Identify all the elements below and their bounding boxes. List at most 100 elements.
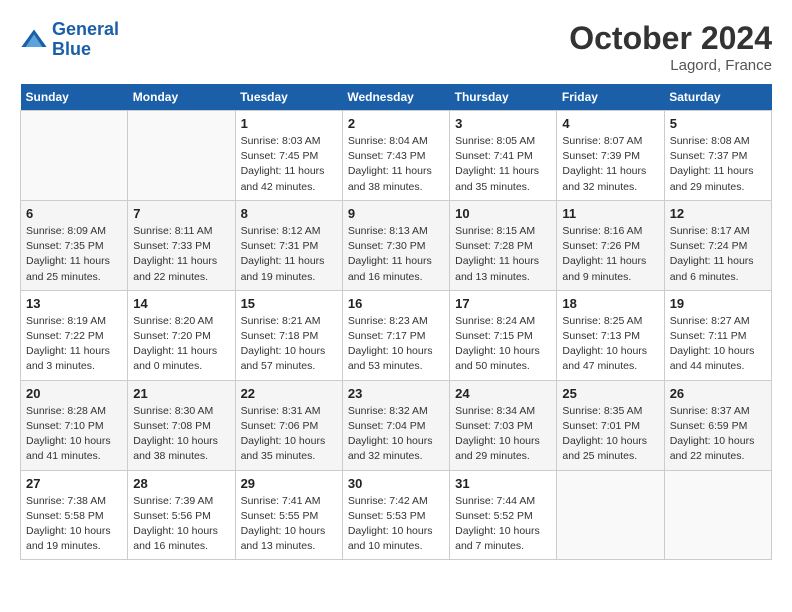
page-header: General Blue October 2024 Lagord, France	[20, 20, 772, 74]
day-info: Sunrise: 8:07 AM Sunset: 7:39 PM Dayligh…	[562, 134, 658, 195]
calendar-cell: 7Sunrise: 8:11 AM Sunset: 7:33 PM Daylig…	[128, 200, 235, 290]
day-number: 17	[455, 296, 551, 311]
calendar-cell: 12 Sunrise: 8:17 AM Sunset: 7:24 PM Dayli…	[664, 200, 771, 290]
day-info: Sunrise: 8:15 AM Sunset: 7:28 PM Dayligh…	[455, 224, 551, 285]
calendar-cell: 19 Sunrise: 8:27 AM Sunset: 7:11 PM Dayli…	[664, 290, 771, 380]
calendar-cell	[128, 111, 235, 201]
calendar-cell: 18Sunrise: 8:25 AM Sunset: 7:13 PM Dayli…	[557, 290, 664, 380]
day-number: 27	[26, 476, 122, 491]
day-info: Sunrise: 8:17 AM Sunset: 7:24 PM Dayligh…	[670, 224, 766, 285]
day-number: 7	[133, 206, 229, 221]
calendar-cell	[664, 470, 771, 560]
day-number: 10	[455, 206, 551, 221]
title-block: October 2024 Lagord, France	[569, 20, 772, 74]
calendar-cell: 3 Sunrise: 8:05 AM Sunset: 7:41 PM Daylig…	[450, 111, 557, 201]
logo-text: General Blue	[52, 20, 119, 60]
weekday-header: Sunday	[21, 84, 128, 111]
day-info: Sunrise: 8:16 AM Sunset: 7:26 PM Dayligh…	[562, 224, 658, 285]
calendar-cell: 13 Sunrise: 8:19 AM Sunset: 7:22 PM Dayli…	[21, 290, 128, 380]
calendar-cell: 26 Sunrise: 8:37 AM Sunset: 6:59 PM Dayli…	[664, 380, 771, 470]
calendar-cell: 22Sunrise: 8:31 AM Sunset: 7:06 PM Dayli…	[235, 380, 342, 470]
day-number: 15	[241, 296, 337, 311]
calendar-cell: 20 Sunrise: 8:28 AM Sunset: 7:10 PM Dayli…	[21, 380, 128, 470]
day-number: 25	[562, 386, 658, 401]
calendar-week-row: 6 Sunrise: 8:09 AM Sunset: 7:35 PM Daylig…	[21, 200, 772, 290]
day-info: Sunrise: 8:27 AM Sunset: 7:11 PM Dayligh…	[670, 314, 766, 375]
calendar-cell: 9Sunrise: 8:13 AM Sunset: 7:30 PM Daylig…	[342, 200, 449, 290]
day-info: Sunrise: 7:39 AM Sunset: 5:56 PM Dayligh…	[133, 494, 229, 555]
calendar-week-row: 27 Sunrise: 7:38 AM Sunset: 5:58 PM Dayli…	[21, 470, 772, 560]
calendar-cell: 24 Sunrise: 8:34 AM Sunset: 7:03 PM Dayli…	[450, 380, 557, 470]
day-info: Sunrise: 8:32 AM Sunset: 7:04 PM Dayligh…	[348, 404, 444, 465]
location: Lagord, France	[569, 57, 772, 74]
day-number: 26	[670, 386, 766, 401]
day-number: 24	[455, 386, 551, 401]
calendar-cell	[557, 470, 664, 560]
day-info: Sunrise: 8:28 AM Sunset: 7:10 PM Dayligh…	[26, 404, 122, 465]
logo-blue: Blue	[52, 39, 91, 59]
day-info: Sunrise: 8:37 AM Sunset: 6:59 PM Dayligh…	[670, 404, 766, 465]
calendar-cell: 5Sunrise: 8:08 AM Sunset: 7:37 PM Daylig…	[664, 111, 771, 201]
day-number: 9	[348, 206, 444, 221]
calendar-cell	[21, 111, 128, 201]
day-info: Sunrise: 7:41 AM Sunset: 5:55 PM Dayligh…	[241, 494, 337, 555]
day-info: Sunrise: 8:35 AM Sunset: 7:01 PM Dayligh…	[562, 404, 658, 465]
day-number: 14	[133, 296, 229, 311]
calendar-table: SundayMondayTuesdayWednesdayThursdayFrid…	[20, 84, 772, 560]
weekday-header: Tuesday	[235, 84, 342, 111]
day-number: 4	[562, 116, 658, 131]
day-info: Sunrise: 8:03 AM Sunset: 7:45 PM Dayligh…	[241, 134, 337, 195]
day-info: Sunrise: 8:30 AM Sunset: 7:08 PM Dayligh…	[133, 404, 229, 465]
day-number: 20	[26, 386, 122, 401]
day-info: Sunrise: 7:44 AM Sunset: 5:52 PM Dayligh…	[455, 494, 551, 555]
calendar-cell: 11 Sunrise: 8:16 AM Sunset: 7:26 PM Dayli…	[557, 200, 664, 290]
day-info: Sunrise: 8:23 AM Sunset: 7:17 PM Dayligh…	[348, 314, 444, 375]
day-number: 1	[241, 116, 337, 131]
day-number: 13	[26, 296, 122, 311]
logo-icon	[20, 26, 48, 54]
month-title: October 2024	[569, 20, 772, 57]
day-info: Sunrise: 8:19 AM Sunset: 7:22 PM Dayligh…	[26, 314, 122, 375]
calendar-cell: 15 Sunrise: 8:21 AM Sunset: 7:18 PM Dayli…	[235, 290, 342, 380]
logo: General Blue	[20, 20, 119, 60]
calendar-cell: 23 Sunrise: 8:32 AM Sunset: 7:04 PM Dayli…	[342, 380, 449, 470]
day-number: 18	[562, 296, 658, 311]
day-number: 3	[455, 116, 551, 131]
day-info: Sunrise: 7:38 AM Sunset: 5:58 PM Dayligh…	[26, 494, 122, 555]
day-number: 21	[133, 386, 229, 401]
calendar-cell: 21 Sunrise: 8:30 AM Sunset: 7:08 PM Dayli…	[128, 380, 235, 470]
weekday-header: Friday	[557, 84, 664, 111]
day-info: Sunrise: 7:42 AM Sunset: 5:53 PM Dayligh…	[348, 494, 444, 555]
calendar-cell: 6 Sunrise: 8:09 AM Sunset: 7:35 PM Daylig…	[21, 200, 128, 290]
calendar-cell: 1 Sunrise: 8:03 AM Sunset: 7:45 PM Daylig…	[235, 111, 342, 201]
logo-general: General	[52, 19, 119, 39]
weekday-header: Saturday	[664, 84, 771, 111]
day-number: 28	[133, 476, 229, 491]
calendar-week-row: 13 Sunrise: 8:19 AM Sunset: 7:22 PM Dayli…	[21, 290, 772, 380]
day-info: Sunrise: 8:05 AM Sunset: 7:41 PM Dayligh…	[455, 134, 551, 195]
calendar-cell: 29Sunrise: 7:41 AM Sunset: 5:55 PM Dayli…	[235, 470, 342, 560]
day-number: 16	[348, 296, 444, 311]
calendar-cell: 8Sunrise: 8:12 AM Sunset: 7:31 PM Daylig…	[235, 200, 342, 290]
calendar-cell: 28 Sunrise: 7:39 AM Sunset: 5:56 PM Dayli…	[128, 470, 235, 560]
day-number: 12	[670, 206, 766, 221]
day-info: Sunrise: 8:09 AM Sunset: 7:35 PM Dayligh…	[26, 224, 122, 285]
day-info: Sunrise: 8:34 AM Sunset: 7:03 PM Dayligh…	[455, 404, 551, 465]
calendar-cell: 2Sunrise: 8:04 AM Sunset: 7:43 PM Daylig…	[342, 111, 449, 201]
day-number: 22	[241, 386, 337, 401]
day-number: 23	[348, 386, 444, 401]
day-number: 19	[670, 296, 766, 311]
day-number: 5	[670, 116, 766, 131]
calendar-cell: 25 Sunrise: 8:35 AM Sunset: 7:01 PM Dayli…	[557, 380, 664, 470]
weekday-header: Thursday	[450, 84, 557, 111]
calendar-week-row: 1 Sunrise: 8:03 AM Sunset: 7:45 PM Daylig…	[21, 111, 772, 201]
day-info: Sunrise: 8:21 AM Sunset: 7:18 PM Dayligh…	[241, 314, 337, 375]
calendar-cell: 27 Sunrise: 7:38 AM Sunset: 5:58 PM Dayli…	[21, 470, 128, 560]
day-number: 6	[26, 206, 122, 221]
calendar-cell: 4 Sunrise: 8:07 AM Sunset: 7:39 PM Daylig…	[557, 111, 664, 201]
calendar-cell: 31Sunrise: 7:44 AM Sunset: 5:52 PM Dayli…	[450, 470, 557, 560]
calendar-week-row: 20 Sunrise: 8:28 AM Sunset: 7:10 PM Dayli…	[21, 380, 772, 470]
day-number: 11	[562, 206, 658, 221]
day-info: Sunrise: 8:24 AM Sunset: 7:15 PM Dayligh…	[455, 314, 551, 375]
calendar-cell: 14Sunrise: 8:20 AM Sunset: 7:20 PM Dayli…	[128, 290, 235, 380]
